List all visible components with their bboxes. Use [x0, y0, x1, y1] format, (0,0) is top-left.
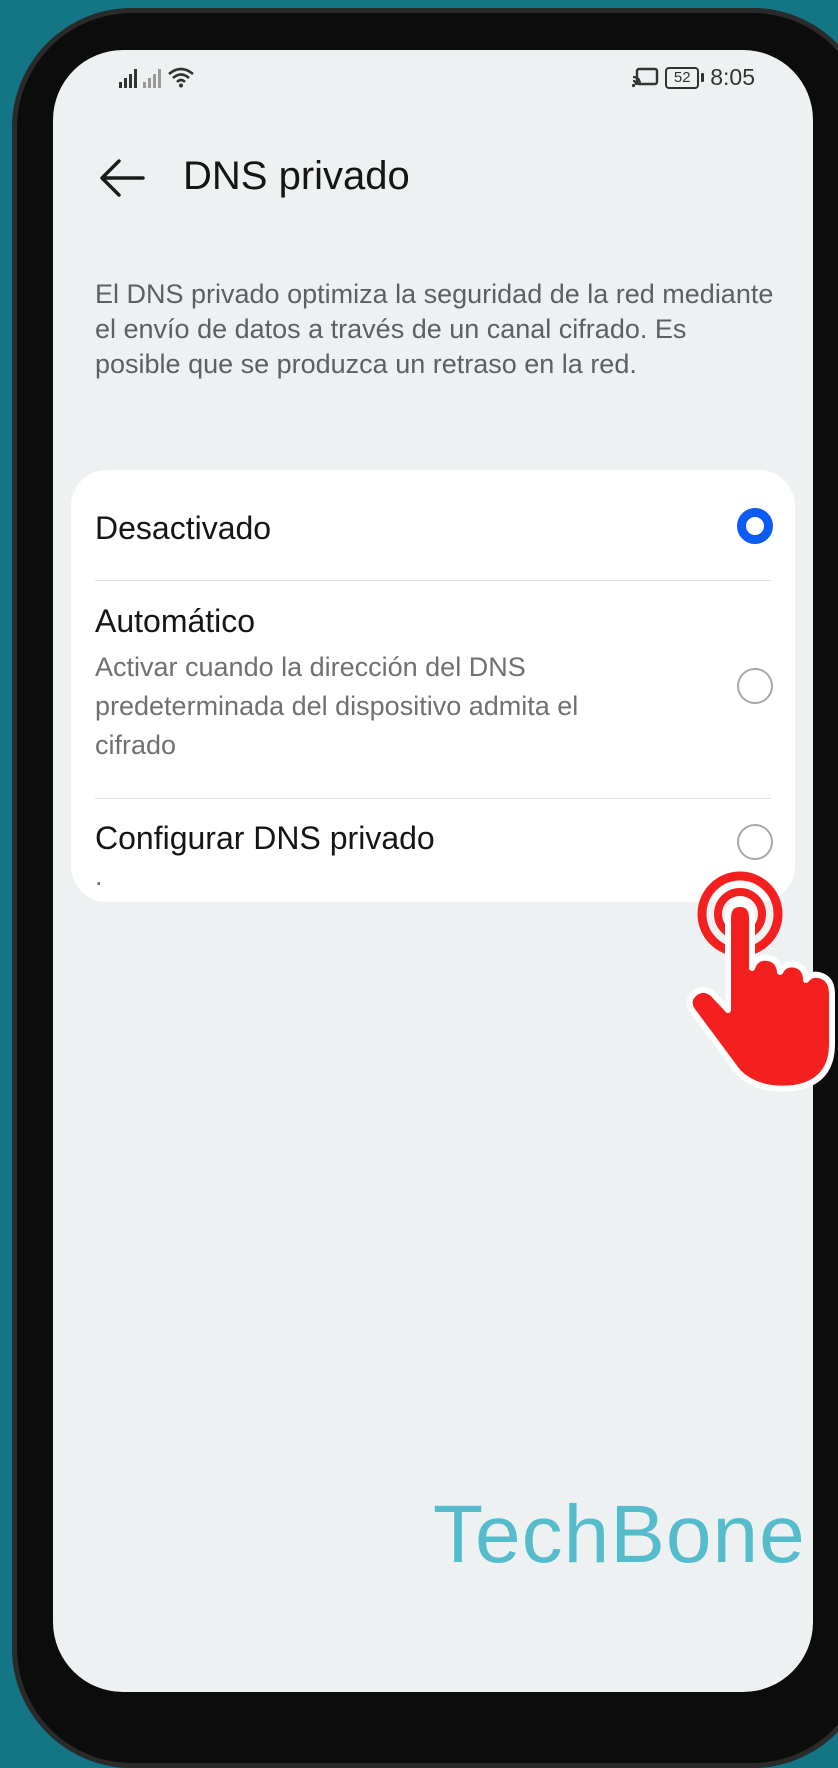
divider: [95, 580, 771, 581]
option-automatico[interactable]: Automático Activar cuando la dirección d…: [95, 603, 771, 765]
signal-icon: [119, 68, 137, 88]
battery-level: 52: [665, 66, 700, 89]
radio-desactivado[interactable]: [737, 508, 773, 544]
status-time: 8:05: [710, 64, 755, 90]
radio-configurar[interactable]: [737, 824, 773, 860]
screen-cast-icon: [632, 67, 659, 87]
option-label: Configurar DNS privado: [95, 820, 435, 856]
radio-automatico[interactable]: [737, 668, 773, 704]
option-desactivado[interactable]: Desactivado: [95, 510, 771, 547]
status-bar: 52 8:05: [53, 50, 813, 110]
option-subtitle: .: [95, 861, 103, 891]
option-label: Desactivado: [95, 510, 272, 546]
page-title: DNS privado: [183, 154, 410, 198]
tap-hand-icon: [686, 871, 835, 1092]
wifi-icon: [168, 67, 194, 88]
back-arrow-icon[interactable]: [97, 156, 149, 200]
description-text: El DNS privado optimiza la seguridad de …: [95, 279, 774, 379]
divider: [95, 798, 771, 799]
dns-options-card: Desactivado Automático Activar cuando la…: [71, 470, 795, 902]
header: DNS privado: [53, 140, 813, 220]
option-configurar[interactable]: Configurar DNS privado .: [95, 820, 771, 896]
option-label: Automático: [95, 603, 256, 639]
signal-icons: [119, 66, 195, 88]
signal-off-icon: [143, 68, 161, 88]
status-right: 52 8:05: [631, 64, 755, 91]
watermark: TechBone: [433, 1489, 806, 1580]
option-subtitle: Activar cuando la dirección del DNS pred…: [95, 652, 579, 760]
battery-icon: 52: [665, 66, 705, 89]
